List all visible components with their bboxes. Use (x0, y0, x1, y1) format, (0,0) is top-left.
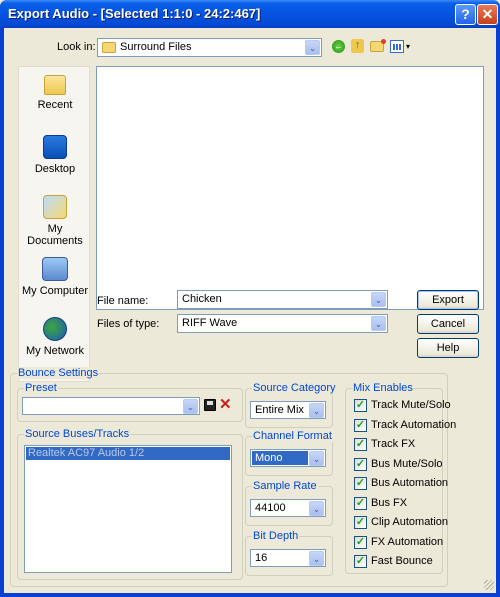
source-tracks-list[interactable]: Realtek AC97 Audio 1/2 (24, 445, 232, 573)
files-of-type-dropdown[interactable]: RIFF Wave ⌄ (177, 314, 388, 333)
export-audio-dialog: Export Audio - [Selected 1:1:0 - 24:2:46… (0, 0, 500, 597)
bounce-settings-label: Bounce Settings (17, 367, 100, 379)
look-in-label: Look in: (57, 41, 96, 53)
sample-rate-group: Sample Rate 44100 ⌄ (245, 480, 333, 526)
preset-dropdown[interactable]: ⌄ (22, 397, 200, 415)
my-computer-icon (42, 257, 68, 281)
files-of-type-label: Files of type: (97, 318, 160, 330)
place-label: My Documents (27, 223, 83, 247)
place-label: My Computer (21, 285, 89, 297)
source-category-label: Source Category (252, 382, 337, 394)
file-name-label-text: File name: (97, 295, 149, 307)
view-menu-arrow-icon[interactable]: ▾ (406, 42, 410, 51)
channel-format-group: Channel Format Mono ⌄ (245, 430, 333, 476)
dialog-body: Look in: Surround Files ⌄ ← ↑ ▾ Recent D… (4, 28, 496, 593)
cancel-button[interactable]: Cancel (417, 314, 479, 334)
place-label: Desktop (34, 163, 76, 175)
checkbox-label: Track FX (371, 438, 416, 450)
check-icon: ✓ (354, 477, 367, 490)
desktop-icon (43, 135, 67, 159)
check-icon: ✓ (354, 419, 367, 432)
check-icon: ✓ (354, 516, 367, 529)
delete-preset-icon[interactable]: ✕ (219, 395, 232, 413)
place-my-network[interactable]: My Network (19, 317, 91, 357)
checkbox-label: Bus FX (371, 497, 408, 509)
close-button[interactable]: ✕ (477, 4, 498, 25)
source-category-dropdown[interactable]: Entire Mix ⌄ (250, 401, 326, 419)
bit-depth-value: 16 (255, 552, 268, 564)
back-icon[interactable]: ← (332, 40, 345, 53)
list-item[interactable]: Realtek AC97 Audio 1/2 (26, 447, 230, 460)
bit-depth-label: Bit Depth (252, 530, 300, 542)
title-bar[interactable]: Export Audio - [Selected 1:1:0 - 24:2:46… (0, 0, 500, 28)
check-icon: ✓ (354, 555, 367, 568)
check-icon: ✓ (354, 536, 367, 549)
my-documents-icon (43, 195, 67, 219)
help-title-button[interactable]: ? (455, 4, 476, 25)
sample-rate-value: 44100 (255, 502, 286, 514)
chevron-down-icon[interactable]: ⌄ (371, 316, 386, 331)
help-button[interactable]: Help (417, 338, 479, 358)
place-my-documents[interactable]: My Documents (19, 195, 91, 247)
chevron-down-icon[interactable]: ⌄ (309, 551, 324, 566)
source-tracks-label: Source Buses/Tracks (24, 428, 131, 440)
files-of-type-value: RIFF Wave (182, 317, 238, 329)
checkbox-label: Bus Automation (371, 477, 449, 489)
checkbox-label: FX Automation (371, 536, 444, 548)
check-icon: ✓ (354, 458, 367, 471)
chevron-down-icon[interactable]: ⌄ (183, 399, 198, 414)
check-icon: ✓ (354, 399, 367, 412)
sample-rate-label: Sample Rate (252, 480, 318, 492)
view-menu-icon[interactable] (390, 40, 404, 53)
place-recent[interactable]: Recent (19, 75, 91, 111)
checkbox-label: Track Mute/Solo (371, 399, 451, 411)
preset-group: Preset ⌄ ✕ (17, 382, 243, 422)
checkbox-label: Bus Mute/Solo (371, 458, 443, 470)
my-network-icon (43, 317, 67, 341)
file-name-label: File name: (97, 295, 148, 307)
folder-icon (102, 42, 116, 53)
export-button[interactable]: Export (417, 290, 479, 310)
file-list[interactable] (96, 66, 484, 310)
bounce-settings-group: Bounce Settings Preset ⌄ ✕ Source Buses/… (10, 367, 456, 587)
look-in-dropdown[interactable]: Surround Files ⌄ (97, 38, 322, 57)
place-desktop[interactable]: Desktop (19, 135, 91, 175)
channel-format-label: Channel Format (252, 430, 333, 442)
channel-format-value: Mono (252, 451, 308, 465)
checkbox-label: Clip Automation (371, 516, 449, 528)
preset-label: Preset (24, 382, 58, 394)
source-category-value: Entire Mix (255, 404, 304, 416)
mix-enables-group: Mix Enables ✓ Track Mute/Solo ✓ Track Auto… (345, 382, 456, 574)
bit-depth-dropdown[interactable]: 16 ⌄ (250, 549, 326, 567)
chevron-down-icon[interactable]: ⌄ (309, 403, 324, 418)
source-tracks-group: Source Buses/Tracks Realtek AC97 Audio 1… (17, 428, 243, 580)
save-preset-icon[interactable] (204, 399, 216, 411)
recent-folder-icon (44, 75, 66, 95)
place-label: My Network (25, 345, 85, 357)
checkbox-label: Fast Bounce (371, 555, 433, 567)
check-icon: ✓ (354, 497, 367, 510)
place-my-computer[interactable]: My Computer (19, 257, 91, 297)
look-in-value: Surround Files (120, 41, 192, 53)
source-category-group: Source Category Entire Mix ⌄ (245, 382, 337, 428)
new-folder-icon[interactable] (370, 39, 386, 52)
window-title: Export Audio - [Selected 1:1:0 - 24:2:46… (8, 6, 261, 21)
chevron-down-icon[interactable]: ⌄ (309, 451, 324, 466)
chevron-down-icon[interactable]: ⌄ (371, 292, 386, 307)
resize-grip[interactable] (484, 580, 494, 590)
mix-enables-label: Mix Enables (352, 382, 414, 394)
file-name-input[interactable]: Chicken ⌄ (177, 290, 388, 309)
place-label: Recent (37, 99, 73, 111)
up-folder-icon[interactable]: ↑ (351, 39, 364, 53)
checkbox-label: Track Automation (371, 419, 457, 431)
chevron-down-icon[interactable]: ⌄ (309, 501, 324, 516)
channel-format-dropdown[interactable]: Mono ⌄ (250, 449, 326, 467)
file-name-value: Chicken (182, 293, 222, 305)
check-icon: ✓ (354, 438, 367, 451)
places-bar: Recent Desktop My Documents My Computer … (18, 66, 90, 382)
sample-rate-dropdown[interactable]: 44100 ⌄ (250, 499, 326, 517)
bit-depth-group: Bit Depth 16 ⌄ (245, 530, 333, 576)
chevron-down-icon[interactable]: ⌄ (305, 40, 320, 55)
